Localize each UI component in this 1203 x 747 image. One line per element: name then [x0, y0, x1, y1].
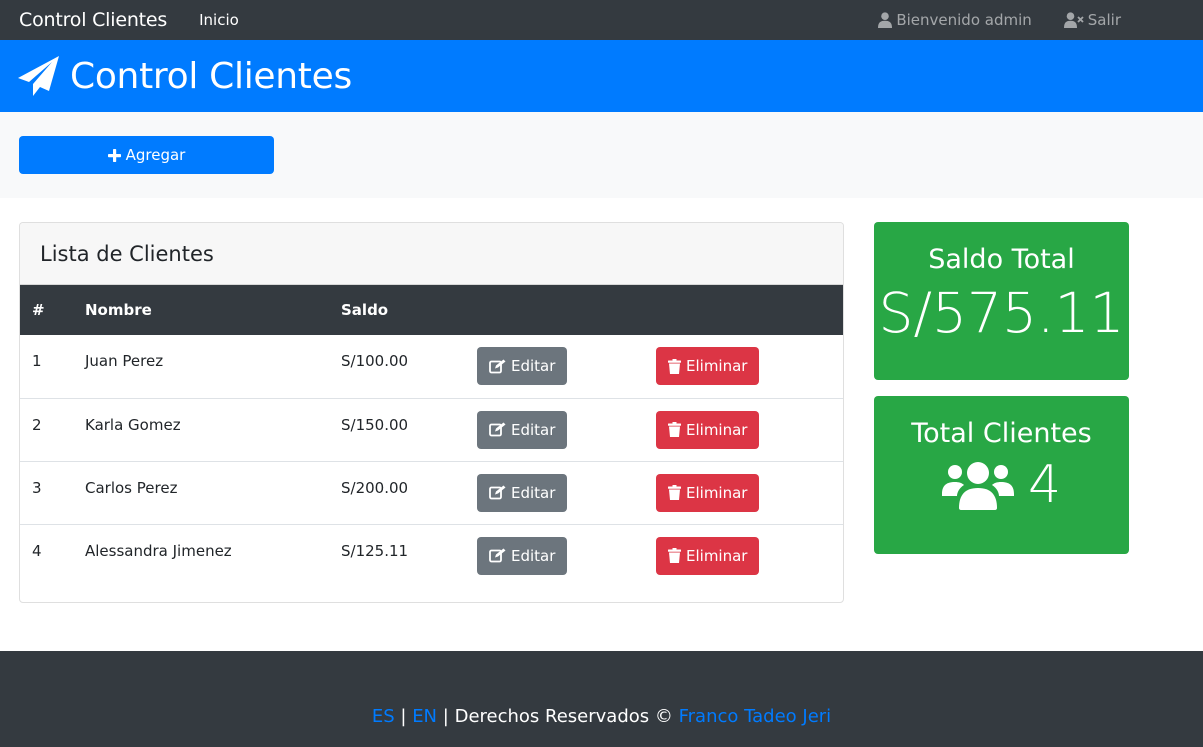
edit-label: Editar: [511, 357, 556, 375]
user-times-icon: [1063, 12, 1084, 28]
logout-text: Salir: [1087, 11, 1121, 29]
table-row: 1 Juan Perez S/100.00 Editar Eliminar: [20, 335, 843, 398]
user-icon: [878, 12, 893, 28]
client-saldo: S/125.11: [341, 541, 409, 560]
column-header-edit: [477, 285, 656, 335]
card-header: Lista de Clientes: [20, 223, 843, 285]
client-name: Karla Gomez: [85, 415, 181, 434]
navbar-brand[interactable]: Control Clientes: [19, 9, 167, 31]
add-client-button[interactable]: Agregar: [19, 136, 274, 174]
lang-en-link[interactable]: EN: [412, 706, 437, 727]
edit-button[interactable]: Editar: [477, 410, 568, 449]
footer-separator: |: [400, 705, 407, 727]
trash-icon: [668, 485, 681, 500]
delete-button[interactable]: Eliminar: [656, 536, 760, 575]
page-footer: ES | EN | Derechos Reservados © Franco T…: [0, 651, 1203, 747]
saldo-total-card: Saldo Total S/575.11: [874, 222, 1129, 380]
edit-cell: Editar: [477, 461, 656, 524]
delete-label: Eliminar: [686, 357, 748, 375]
delete-label: Eliminar: [686, 546, 748, 565]
client-saldo: S/150.00: [341, 415, 409, 434]
trash-icon: [668, 548, 681, 563]
edit-label: Editar: [511, 420, 556, 439]
edit-cell: Editar: [477, 398, 656, 461]
trash-icon: [668, 422, 681, 437]
row-number: 2: [32, 415, 42, 434]
add-client-label: Agregar: [125, 146, 186, 164]
client-saldo: S/100.00: [341, 352, 409, 370]
clients-card: Lista de Clientes # Nombre Saldo 1 Juan P…: [19, 222, 844, 603]
edit-button[interactable]: Editar: [477, 473, 568, 512]
client-name: Alessandra Jimenez: [85, 541, 232, 560]
lang-es-link[interactable]: ES: [372, 706, 395, 727]
delete-cell: Eliminar: [656, 524, 843, 587]
column-header-nombre: Nombre: [85, 301, 152, 319]
edit-label: Editar: [511, 483, 556, 502]
table-row: 4 Alessandra Jimenez S/125.11 Editar Elimina…: [20, 524, 843, 587]
delete-button[interactable]: Eliminar: [656, 473, 760, 512]
page-title: Control Clientes: [70, 55, 352, 97]
edit-icon: [489, 485, 506, 500]
edit-button[interactable]: Editar: [477, 347, 568, 385]
total-clientes-title: Total Clientes: [911, 418, 1092, 449]
total-clientes-card: Total Clientes 4: [874, 396, 1129, 554]
edit-icon: [489, 548, 506, 563]
delete-button[interactable]: Eliminar: [656, 410, 760, 449]
table-row: 3 Carlos Perez S/200.00 Editar Eliminar: [20, 461, 843, 524]
row-number: 4: [32, 541, 42, 560]
author-link[interactable]: Franco Tadeo Jeri: [679, 706, 832, 727]
column-header-num: #: [32, 301, 45, 319]
welcome-link[interactable]: Bienvenido admin: [878, 11, 1032, 29]
edit-label: Editar: [511, 546, 556, 565]
table-header-row: # Nombre Saldo: [20, 285, 843, 335]
page-header: Control Clientes: [0, 40, 1203, 112]
actions-bar: Agregar: [0, 112, 1203, 198]
row-number: 3: [32, 478, 42, 497]
saldo-total-value: S/575.11: [878, 281, 1125, 345]
edit-icon: [489, 359, 506, 373]
client-saldo: S/200.00: [341, 478, 409, 497]
clients-table: # Nombre Saldo 1 Juan Perez S/100.00 Editar…: [20, 285, 843, 587]
welcome-text: Bienvenido admin: [896, 11, 1032, 29]
client-name: Carlos Perez: [85, 478, 178, 497]
trash-icon: [668, 358, 681, 374]
footer-text: ES | EN | Derechos Reservados © Franco T…: [372, 706, 831, 727]
total-clientes-value: 4: [1027, 455, 1062, 515]
edit-cell: Editar: [477, 524, 656, 587]
plus-icon: [107, 148, 121, 162]
edit-icon: [489, 422, 506, 437]
card-title: Lista de Clientes: [40, 241, 214, 266]
nav-link-inicio[interactable]: Inicio: [199, 11, 239, 29]
delete-cell: Eliminar: [656, 398, 843, 461]
edit-cell: Editar: [477, 335, 656, 398]
client-name: Juan Perez: [85, 352, 164, 370]
delete-cell: Eliminar: [656, 335, 843, 398]
users-icon: [941, 462, 1014, 510]
edit-button[interactable]: Editar: [477, 536, 568, 575]
column-header-saldo: Saldo: [341, 301, 389, 319]
footer-separator: |: [442, 705, 449, 727]
saldo-total-title: Saldo Total: [928, 244, 1075, 275]
row-number: 1: [32, 352, 42, 370]
table-row: 2 Karla Gomez S/150.00 Editar Eliminar: [20, 398, 843, 461]
logout-link[interactable]: Salir: [1063, 11, 1121, 29]
paper-plane-icon: [18, 56, 59, 96]
column-header-delete: [656, 285, 843, 335]
delete-label: Eliminar: [686, 483, 748, 502]
top-navbar: Control Clientes Inicio Bienvenido admin…: [0, 0, 1203, 40]
delete-button[interactable]: Eliminar: [656, 347, 760, 385]
delete-cell: Eliminar: [656, 461, 843, 524]
navbar-right: Bienvenido admin Salir: [878, 0, 1121, 40]
total-clientes-row: 4: [874, 455, 1129, 515]
footer-rights: Derechos Reservados ©: [454, 705, 673, 727]
delete-label: Eliminar: [686, 420, 748, 439]
